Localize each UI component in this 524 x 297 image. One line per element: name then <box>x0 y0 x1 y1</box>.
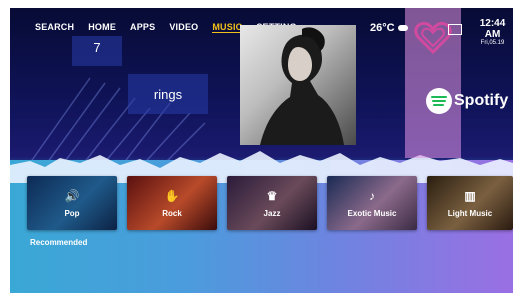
nav-video[interactable]: VIDEO <box>169 22 198 33</box>
rock-hand-icon: ✋ <box>164 188 180 203</box>
clock-time: 12:44 AM <box>479 18 506 40</box>
category-label: Jazz <box>263 208 281 218</box>
clock-date: Fri,05.19 <box>480 40 505 46</box>
category-label: Exotic Music <box>347 208 397 218</box>
album-art[interactable] <box>240 25 356 145</box>
clock: 12:44 AM Fri,05.19 <box>472 18 513 46</box>
category-card-rock[interactable]: ✋ Rock <box>127 176 217 230</box>
nav-search[interactable]: SEARCH <box>35 22 74 33</box>
category-card-pop[interactable]: 🔊 Pop <box>27 176 117 230</box>
nav-home[interactable]: HOME <box>88 22 116 33</box>
weather-status: 26°C <box>370 22 408 34</box>
music-screen: SEARCH HOME APPS VIDEO MUSIC SETTING 7 r… <box>10 8 513 293</box>
piano-icon: ▥ <box>464 188 476 203</box>
category-card-light-music[interactable]: ▥ Light Music <box>427 176 513 230</box>
category-label: Light Music <box>447 208 493 218</box>
spotify-label: Spotify <box>454 92 509 109</box>
heart-icon <box>414 21 452 55</box>
nav-apps[interactable]: APPS <box>130 22 155 33</box>
category-card-jazz[interactable]: ♛ Jazz <box>227 176 317 230</box>
music-icon: 🔊 <box>64 188 80 203</box>
number-tile[interactable]: 7 <box>72 36 122 66</box>
spotify-icon <box>426 88 452 114</box>
recommended-heading: Recommended <box>30 238 88 247</box>
note-icon: ♪ <box>369 188 375 203</box>
category-card-exotic-music[interactable]: ♪ Exotic Music <box>327 176 417 230</box>
category-label: Pop <box>64 208 80 218</box>
search-term-tile[interactable]: rings <box>128 74 208 114</box>
artist-photo <box>260 27 344 145</box>
temperature: 26°C <box>370 22 395 34</box>
nav-music[interactable]: MUSIC <box>212 22 243 33</box>
jazz-icon: ♛ <box>266 188 278 203</box>
spotify-logo[interactable]: Spotify <box>426 88 508 114</box>
cloud-icon <box>397 25 408 31</box>
category-label: Rock <box>162 208 182 218</box>
tv-icon <box>448 24 462 35</box>
